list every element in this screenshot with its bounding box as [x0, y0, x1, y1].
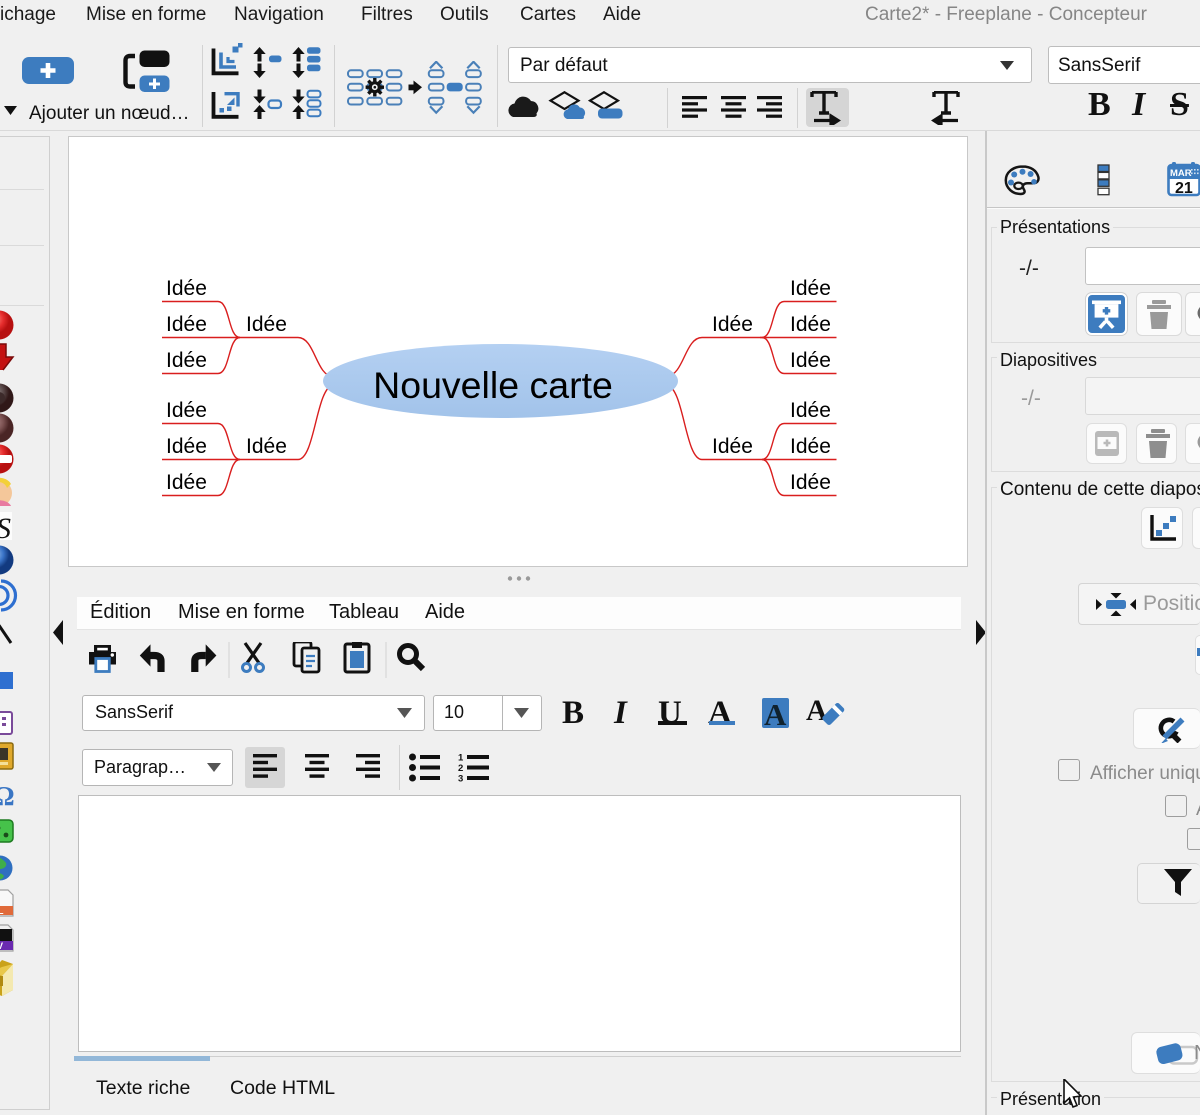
svg-text:L: L [0, 906, 4, 916]
svg-text:Idée: Idée [712, 435, 753, 458]
svg-text:Idée: Idée [790, 435, 831, 458]
svg-text:MAR: MAR [1170, 168, 1192, 179]
svg-text:Idée: Idée [790, 313, 831, 336]
svg-text:Idée: Idée [790, 471, 831, 494]
svg-text:Idée: Idée [166, 399, 207, 422]
svg-text:2: 2 [458, 763, 463, 774]
svg-text:Nouvelle carte: Nouvelle carte [373, 364, 613, 406]
svg-text:S: S [0, 512, 11, 545]
svg-text:V: V [0, 941, 3, 951]
svg-text:Idée: Idée [790, 349, 831, 372]
svg-text:3: 3 [458, 774, 463, 784]
svg-text:Idée: Idée [246, 313, 287, 336]
svg-text:Idée: Idée [166, 313, 207, 336]
svg-text:Idée: Idée [166, 435, 207, 458]
svg-text:Idée: Idée [712, 313, 753, 336]
svg-text:1: 1 [458, 753, 464, 764]
svg-text:21: 21 [1175, 180, 1193, 197]
svg-text:Ω: Ω [0, 781, 15, 811]
svg-text:Idée: Idée [246, 435, 287, 458]
svg-text:Idée: Idée [166, 349, 207, 372]
svg-text:Idée: Idée [166, 471, 207, 494]
svg-text:Idée: Idée [790, 277, 831, 300]
svg-text:Idée: Idée [166, 277, 207, 300]
svg-text:Idée: Idée [790, 399, 831, 422]
